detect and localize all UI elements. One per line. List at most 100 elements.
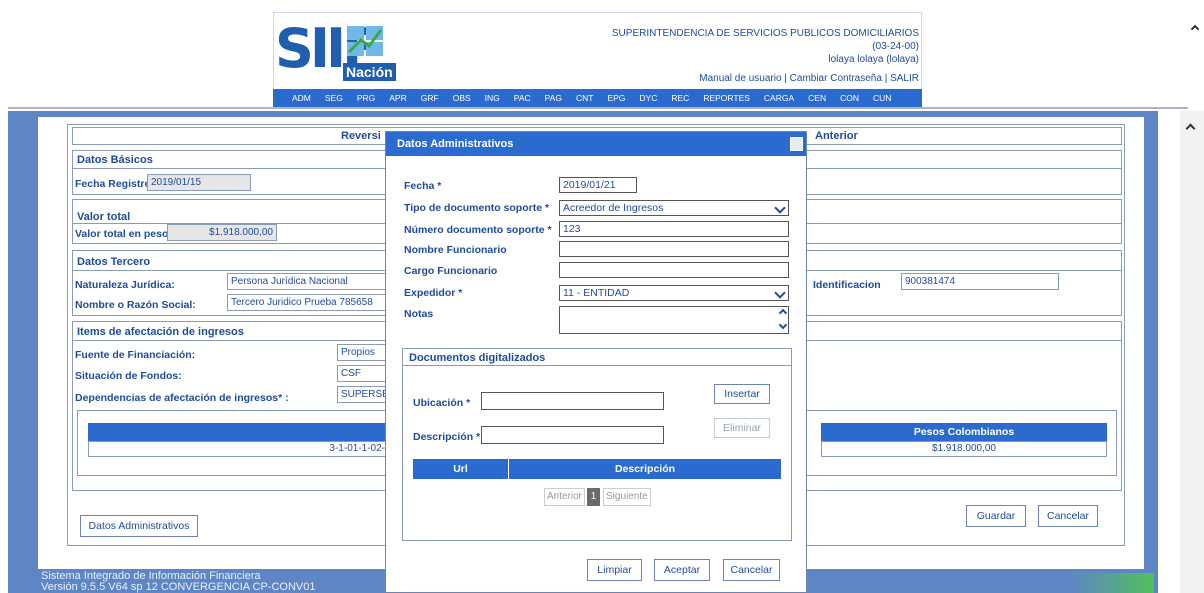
section-title: Valor total	[77, 211, 131, 223]
section-title: Datos Tercero	[77, 256, 151, 268]
button-label: Eliminar	[723, 422, 761, 434]
identificacion-value: 900381474	[901, 273, 1059, 290]
column-url: Url	[413, 459, 508, 479]
tipo-documento-select[interactable]: Acreedor de Ingresos	[559, 200, 789, 216]
guardar-button[interactable]: Guardar	[966, 505, 1026, 527]
org-code: (03-24-00)	[872, 41, 919, 52]
logo-chart-icon	[347, 26, 383, 56]
descripcion-label: Descripción *	[413, 431, 481, 443]
fecha-input[interactable]: 2019/01/21	[559, 177, 637, 193]
nombre-label: Nombre o Razón Social:	[75, 299, 196, 311]
section-title: Items de afectación de ingresos	[77, 326, 244, 338]
fecha-registro-value: 2019/01/15	[147, 174, 251, 191]
nombre-value: Tercero Juridico Prueba 785658	[227, 294, 397, 311]
menu-item-grf[interactable]: GRF	[414, 93, 446, 103]
banner-right-text: Anterior	[815, 130, 858, 142]
fuente-label: Fuente de Financiación:	[75, 349, 196, 361]
scroll-up-icon[interactable]	[1190, 24, 1200, 34]
datos-administrativos-dialog: Datos Administrativos Fecha * 2019/01/21…	[385, 131, 807, 593]
ubicacion-label: Ubicación *	[413, 397, 471, 409]
scroll-up-icon[interactable]	[1185, 123, 1196, 134]
pager-next[interactable]: Siguiente	[603, 488, 651, 506]
dialog-title: Datos Administrativos	[386, 132, 806, 156]
table-cell-value: $1.918.000,00	[821, 441, 1107, 457]
aceptar-button[interactable]: Aceptar	[654, 559, 710, 581]
menu-item-apr[interactable]: APR	[382, 93, 413, 103]
expedidor-label: Expedidor *	[404, 287, 463, 299]
pager-previous[interactable]: Anterior	[544, 488, 586, 506]
tipo-documento-label: Tipo de documento soporte *	[404, 202, 550, 214]
section-title: Documentos digitalizados	[409, 352, 546, 364]
nombre-funcionario-input[interactable]	[559, 241, 789, 257]
expedidor-select[interactable]: 11 - ENTIDAD	[559, 285, 789, 301]
menu-item-adm[interactable]: ADM	[285, 93, 318, 103]
fecha-registro-label: Fecha Registro:	[75, 178, 155, 190]
table-header-pesos: Pesos Colombianos	[821, 423, 1107, 441]
user-name: lolaya lolaya (lolaya)	[828, 54, 919, 65]
section-title: Datos Básicos	[77, 154, 153, 166]
menu-item-cnt[interactable]: CNT	[569, 93, 600, 103]
button-label: Limpiar	[597, 564, 632, 576]
pager-page-current[interactable]: 1	[587, 488, 600, 506]
notas-label: Notas	[404, 308, 434, 320]
menu-item-rec[interactable]: REC	[664, 93, 696, 103]
button-label: Cancelar	[730, 564, 773, 576]
logo-subtitle: Nación	[343, 63, 396, 81]
descripcion-input[interactable]	[481, 426, 664, 444]
cancelar-dialog-button[interactable]: Cancelar	[723, 559, 780, 581]
menu-item-reportes[interactable]: REPORTES	[696, 93, 757, 103]
window-scrollbar[interactable]	[1188, 12, 1204, 112]
banner-left-text: Reversi	[341, 130, 381, 142]
naturaleza-label: Naturaleza Jurídica:	[75, 279, 175, 291]
button-label: Guardar	[976, 510, 1016, 522]
fecha-label: Fecha *	[404, 180, 442, 192]
cargo-funcionario-label: Cargo Funcionario	[404, 265, 498, 277]
menu-item-cun[interactable]: CUN	[866, 93, 898, 103]
org-name: SUPERINTENDENCIA DE SERVICIOS PUBLICOS D…	[611, 28, 919, 39]
menu-item-con[interactable]: CON	[833, 93, 866, 103]
ubicacion-input[interactable]	[481, 392, 664, 410]
eliminar-button[interactable]: Eliminar	[714, 418, 770, 438]
main-menu: ADM SEG PRG APR GRF OBS ING PAC PAG CNT EPG DYC REC R…	[273, 89, 922, 107]
menu-item-ing[interactable]: ING	[478, 93, 507, 103]
dependencias-label: Dependencias de afectación de ingresos* …	[75, 392, 289, 404]
nombre-funcionario-label: Nombre Funcionario	[404, 244, 507, 256]
button-label: Cancelar	[1046, 510, 1090, 522]
header-links[interactable]: Manual de usuario | Cambiar Contraseña |…	[612, 72, 919, 85]
menu-item-pag[interactable]: PAG	[538, 93, 569, 103]
menu-item-cen[interactable]: CEN	[801, 93, 833, 103]
footer-decoration	[1070, 573, 1154, 593]
divider	[403, 365, 791, 366]
menu-item-pac[interactable]: PAC	[507, 93, 538, 103]
situacion-label: Situación de Fondos:	[75, 370, 182, 382]
cancelar-button[interactable]: Cancelar	[1038, 505, 1098, 527]
cargo-funcionario-input[interactable]	[559, 262, 789, 278]
limpiar-button[interactable]: Limpiar	[587, 559, 642, 581]
menu-item-epg[interactable]: EPG	[600, 93, 632, 103]
identificacion-label: Identificacion	[813, 279, 881, 291]
button-label: Datos Administrativos	[88, 520, 190, 532]
naturaleza-value: Persona Jurídica Nacional	[227, 273, 397, 290]
menu-item-obs[interactable]: OBS	[446, 93, 478, 103]
documentos-digitalizados-section: Documentos digitalizados Ubicación * Des…	[402, 348, 792, 541]
numero-documento-input[interactable]: 123	[559, 221, 789, 237]
menu-item-prg[interactable]: PRG	[350, 93, 382, 103]
insertar-button[interactable]: Insertar	[714, 384, 770, 404]
valor-total-value: $1.918.000,00	[167, 224, 277, 241]
datos-administrativos-button[interactable]: Datos Administrativos	[80, 515, 198, 537]
divider	[8, 107, 1196, 109]
notas-textarea[interactable]	[559, 306, 789, 334]
button-label: Aceptar	[663, 564, 701, 576]
siif-logo: SIIF Nación	[275, 22, 396, 86]
table-header-left	[88, 423, 388, 441]
menu-item-seg[interactable]: SEG	[318, 93, 350, 103]
column-descripcion: Descripción	[508, 459, 781, 479]
table-cell-code: 3-1-01-1-02-	[88, 441, 388, 457]
menu-item-dyc[interactable]: DYC	[632, 93, 664, 103]
valor-total-label: Valor total en pesos	[75, 228, 175, 240]
menu-item-carga[interactable]: CARGA	[757, 93, 801, 103]
close-icon[interactable]	[790, 137, 803, 151]
header-info: SUPERINTENDENCIA DE SERVICIOS PUBLICOS D…	[612, 27, 919, 85]
numero-documento-label: Número documento soporte *	[404, 224, 552, 236]
frame-scrollbar[interactable]	[1180, 111, 1204, 593]
